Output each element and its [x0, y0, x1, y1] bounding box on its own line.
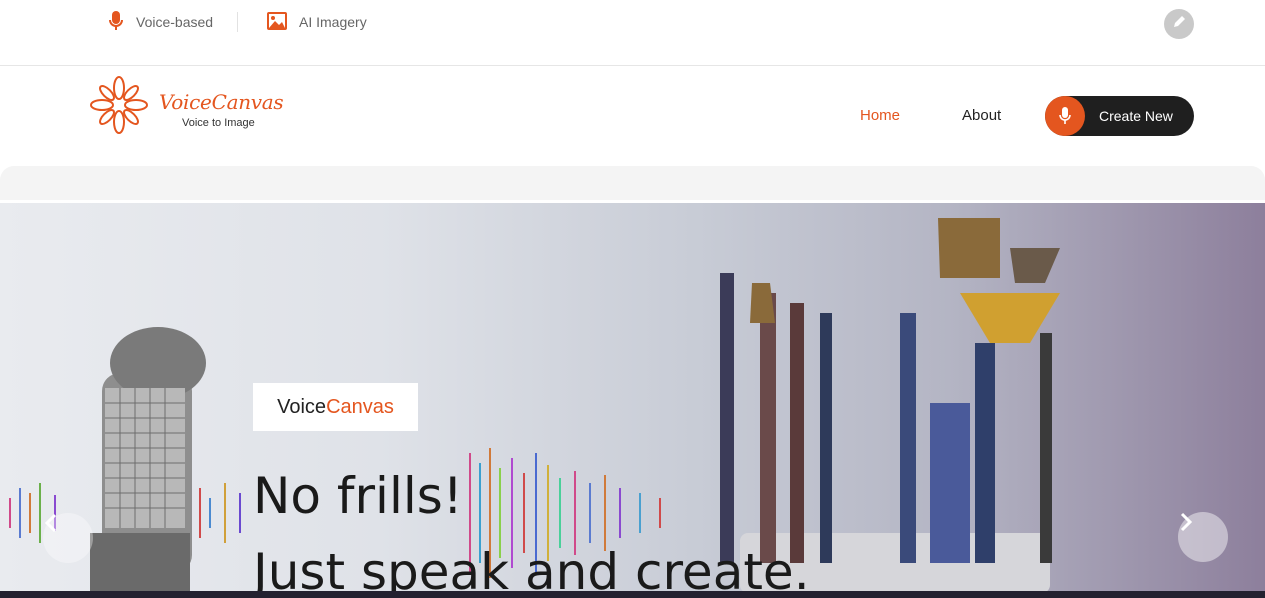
- logo-subtitle: Voice to Image: [182, 117, 255, 129]
- topbar-item-ai-imagery: AI Imagery: [267, 9, 367, 35]
- hero-headline-line2: Just speak and create.: [253, 543, 810, 591]
- logo[interactable]: VoiceCanvas Voice to Image: [84, 70, 284, 140]
- hero-brand-canvas: Canvas: [326, 395, 394, 418]
- hero-headline-line1: No frills!: [253, 467, 463, 525]
- logo-title: VoiceCanvas: [159, 90, 284, 114]
- microphone-icon: [1045, 96, 1085, 136]
- image-icon: [267, 11, 287, 33]
- topbar-divider: [237, 12, 238, 32]
- flower-logo-icon: [90, 76, 148, 134]
- topbar-voice-label: Voice-based: [136, 14, 214, 30]
- topbar-item-voice-based: Voice-based: [108, 9, 213, 35]
- microphone-icon: [108, 10, 124, 35]
- create-new-button[interactable]: Create New: [1045, 96, 1194, 136]
- pencil-icon: [1171, 14, 1187, 35]
- hero-top-strip: [0, 166, 1265, 200]
- top-utility-bar: Voice-based AI Imagery: [0, 0, 1265, 66]
- hero-brand-voice: Voice: [277, 395, 327, 418]
- hero-background-image: [9, 218, 1060, 591]
- nav-link-home[interactable]: Home: [860, 107, 900, 124]
- create-new-label: Create New: [1099, 108, 1173, 124]
- hero-slider: Voice Canvas No frills! Just speak and cr…: [0, 203, 1265, 591]
- hero-brand-label: Voice Canvas: [253, 383, 418, 431]
- hero-bottom-edge: [0, 591, 1265, 598]
- microphone-image: [90, 327, 206, 591]
- slider-prev-button[interactable]: [43, 513, 93, 563]
- topbar-ai-imagery-label: AI Imagery: [299, 14, 367, 30]
- slider-next-button[interactable]: [1178, 512, 1228, 562]
- edit-button[interactable]: [1164, 9, 1194, 39]
- nav-link-about[interactable]: About: [962, 107, 1001, 124]
- paintbrush-cup-image: [720, 218, 1060, 591]
